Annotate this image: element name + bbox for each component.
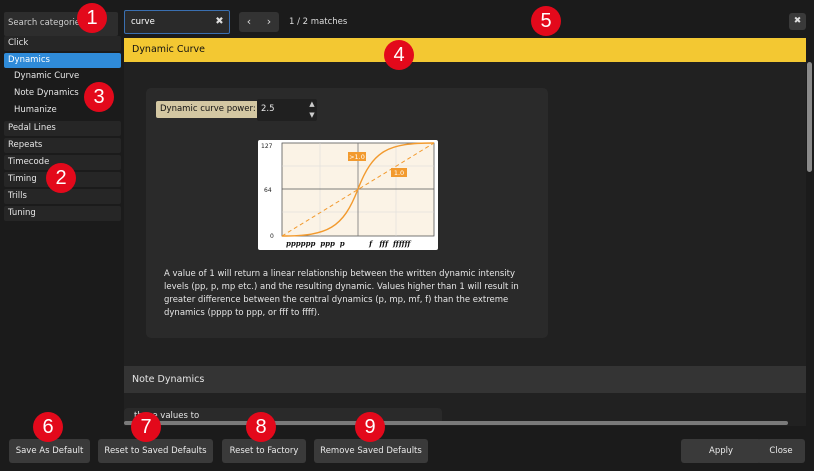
- callout-marker-8: 8: [246, 412, 276, 442]
- subcategory-note-dynamics[interactable]: Note Dynamics: [14, 86, 79, 100]
- dynamic-curve-description: A value of 1 will return a linear relati…: [164, 269, 519, 318]
- subcategory-humanize[interactable]: Humanize: [14, 103, 57, 117]
- category-click[interactable]: Click: [4, 36, 121, 51]
- callout-marker-1: 1: [77, 3, 107, 33]
- close-find-icon[interactable]: ✖: [789, 13, 806, 30]
- callout-marker-3: 3: [84, 82, 114, 112]
- y-tick-64: 64: [264, 187, 272, 194]
- y-tick-127: 127: [261, 143, 273, 150]
- section-header-dynamic-curve: Dynamic Curve: [124, 38, 806, 62]
- reset-to-saved-defaults-button[interactable]: Reset to Saved Defaults: [98, 439, 213, 463]
- callout-marker-4: 4: [384, 40, 414, 70]
- category-pedal-lines[interactable]: Pedal Lines: [4, 121, 121, 136]
- vertical-scrollbar-thumb[interactable]: [807, 62, 812, 172]
- label-high: >1.0: [349, 153, 365, 161]
- remove-saved-defaults-button[interactable]: Remove Saved Defaults: [314, 439, 428, 463]
- spin-down-icon[interactable]: ▼: [307, 110, 317, 121]
- dynamic-axis-labels: pppppp ppp p f fff ffffff: [286, 239, 412, 248]
- match-count: 1 / 2 matches: [289, 17, 348, 27]
- previous-match-chevron-left-icon[interactable]: ‹: [239, 12, 259, 32]
- callout-marker-7: 7: [131, 412, 161, 442]
- callout-marker-9: 9: [355, 412, 385, 442]
- section-header-note-dynamics: Note Dynamics: [124, 366, 806, 393]
- callout-marker-2: 2: [46, 163, 76, 193]
- settings-content: Dynamic Curve Dynamic curve power: 2.5 ▲…: [124, 38, 806, 426]
- save-as-default-button[interactable]: Save As Default: [9, 439, 90, 463]
- horizontal-scrollbar-thumb[interactable]: [124, 421, 788, 425]
- dynamic-curve-panel: Dynamic curve power: 2.5 ▲ ▼ >1.0 1.0 12…: [146, 88, 548, 338]
- apply-button[interactable]: Apply: [681, 439, 761, 463]
- power-label: Dynamic curve power:: [156, 101, 260, 118]
- subcategory-dynamic-curve[interactable]: Dynamic Curve: [14, 69, 79, 83]
- y-tick-0: 0: [270, 233, 274, 240]
- callout-marker-5: 5: [531, 6, 561, 36]
- category-dynamics[interactable]: Dynamics: [4, 53, 121, 68]
- spin-up-icon[interactable]: ▲: [307, 99, 317, 110]
- category-tuning[interactable]: Tuning: [4, 206, 121, 221]
- clear-search-icon[interactable]: ✖: [213, 15, 226, 28]
- reset-to-factory-button[interactable]: Reset to Factory: [222, 439, 306, 463]
- dynamic-curve-graph: >1.0 1.0 127 64 0 pppppp ppp p f fff fff…: [258, 140, 438, 250]
- match-navigation: ‹ ›: [239, 12, 279, 32]
- callout-marker-6: 6: [33, 412, 63, 442]
- label-linear: 1.0: [394, 169, 404, 177]
- category-repeats[interactable]: Repeats: [4, 138, 121, 153]
- next-match-chevron-right-icon[interactable]: ›: [259, 12, 279, 32]
- close-button[interactable]: Close: [757, 439, 805, 463]
